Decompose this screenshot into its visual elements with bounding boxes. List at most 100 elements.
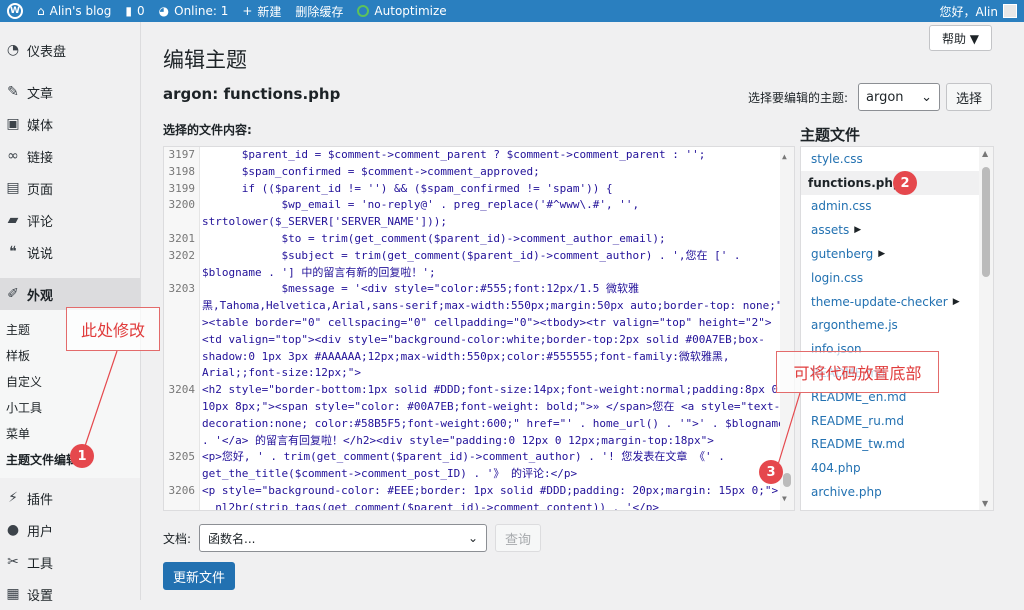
theme-file-list: style.css functions.php admin.css assets ▶ gu…	[800, 146, 994, 511]
scrollbar-thumb[interactable]	[783, 473, 791, 487]
wordpress-logo-icon: W	[7, 3, 23, 19]
line-number	[164, 500, 200, 510]
dashboard-icon: ◔	[6, 42, 20, 58]
code-line: Arial;;font-size:12px;">	[164, 365, 785, 382]
user-icon: ●	[6, 522, 20, 538]
sidebar-item-label: 页面	[27, 182, 54, 198]
new-content-menu[interactable]: + 新建	[235, 0, 288, 22]
chevron-down-icon: ⌄	[921, 89, 932, 105]
update-file-button[interactable]: 更新文件	[163, 562, 236, 590]
avatar	[1003, 4, 1017, 18]
code-text: <p style="background-color: #EEE;border:…	[202, 483, 785, 497]
file-tree-item[interactable]: README_ru.md	[801, 409, 993, 433]
code-line: strtolower($_SERVER['SERVER_NAME']));	[164, 214, 785, 231]
caret-right-icon[interactable]: ▶	[854, 225, 861, 235]
autoptimize-menu[interactable]: Autoptimize	[350, 0, 453, 22]
theme-select[interactable]: argon ⌄	[857, 83, 940, 111]
sidebar-item-talk[interactable]: ❝ 说说	[0, 236, 140, 268]
theme-files-heading: 主题文件	[800, 126, 861, 144]
caret-right-icon[interactable]: ▶	[953, 297, 960, 307]
sidebar-item-dashboard[interactable]: ◔ 仪表盘	[0, 34, 140, 66]
account-menu[interactable]: 您好，Alin	[933, 0, 1024, 22]
sidebar-item-users[interactable]: ● 用户	[0, 514, 140, 546]
scroll-up-icon[interactable]: ▲	[982, 149, 988, 158]
line-number: 3202	[168, 248, 196, 262]
scrollbar-thumb[interactable]	[982, 167, 990, 277]
sidebar-item-plugins[interactable]: ⚡ 插件	[0, 482, 140, 514]
code-editor[interactable]: 3197 $parent_id = $comment->comment_pare…	[163, 146, 795, 511]
editor-scrollbar[interactable]: ▲ ▼	[780, 147, 794, 510]
wp-logo-menu[interactable]: W	[0, 0, 30, 22]
file-tree-folder[interactable]: assets ▶	[801, 218, 993, 242]
code-line: ><table border="0" cellspacing="0" cellp…	[164, 315, 785, 332]
scroll-up-icon[interactable]: ▲	[782, 149, 787, 166]
sidebar-item-settings[interactable]: ▦ 设置	[0, 578, 140, 610]
code-line: 3204 <h2 style="border-bottom:1px solid #…	[164, 382, 785, 399]
file-tree-item[interactable]: README_tw.md	[801, 433, 993, 457]
line-number: 3197	[168, 148, 196, 161]
sidebar-item-label: 设置	[27, 588, 54, 604]
line-number	[164, 416, 200, 433]
sidebar-item-tools[interactable]: ✂ 工具	[0, 546, 140, 578]
greeting: 您好，Alin	[939, 4, 998, 19]
sidebar-item-label: 链接	[27, 150, 54, 166]
file-tree-item[interactable]: archive.php	[801, 480, 993, 504]
code-line: . '</a> 的留言有回复啦！</h2><div style="padding…	[164, 433, 785, 450]
sidebar-item-posts[interactable]: ✎ 文章	[0, 76, 140, 108]
submenu-item-menus[interactable]: 菜单	[0, 420, 140, 446]
file-tree-folder[interactable]: gutenberg ▶	[801, 242, 993, 266]
admin-bar: W ⌂ Alin's blog ▮ 0 ◕ Online: 1 + 新建 删除缓存 Au…	[0, 0, 1024, 22]
file-tree-item[interactable]: 404.php	[801, 456, 993, 480]
comments-menu[interactable]: ▮ 0	[118, 0, 151, 22]
file-name: argontheme.js	[811, 318, 898, 333]
file-tree-item[interactable]: style.css	[801, 147, 993, 171]
code-text: if (($parent_id != '') && ($spam_confirm…	[202, 181, 613, 195]
file-name: assets	[811, 223, 850, 238]
caret-right-icon[interactable]: ▶	[878, 249, 885, 259]
line-number	[164, 332, 200, 349]
code-text: decoration:none; color:#58B5F5;font-weig…	[202, 416, 785, 430]
sidebar-item-label: 说说	[27, 246, 54, 262]
file-name: login.css	[811, 270, 864, 285]
online-menu[interactable]: ◕ Online: 1	[152, 0, 236, 22]
sidebar-item-media[interactable]: ▣ 媒体	[0, 108, 140, 140]
sidebar-item-appearance[interactable]: ✐ 外观	[0, 278, 140, 310]
link-icon: ∞	[7, 148, 19, 164]
file-name: gutenberg	[811, 247, 874, 262]
online-count: Online: 1	[174, 4, 229, 18]
site-name-menu[interactable]: ⌂ Alin's blog	[30, 0, 118, 22]
documentation-row: 文档: 函数名... ⌄ 查询	[163, 524, 542, 552]
sidebar-item-comments[interactable]: ▰ 评论	[0, 204, 140, 236]
file-list-scrollbar[interactable]: ▲ ▼	[979, 147, 993, 510]
sidebar-item-pages[interactable]: ▤ 页面	[0, 172, 140, 204]
sidebar-item-links[interactable]: ∞ 链接	[0, 140, 140, 172]
autoptimize-status-icon	[357, 5, 370, 17]
submenu-item-customize[interactable]: 自定义	[0, 368, 140, 394]
lookup-button[interactable]: 查询	[495, 524, 542, 552]
comment-bubble-icon: ▮	[125, 4, 132, 18]
scroll-down-icon[interactable]: ▼	[782, 491, 787, 508]
sidebar-item-label: 用户	[27, 524, 54, 540]
file-tree-item[interactable]: argontheme.js	[801, 314, 993, 338]
file-name: style.css	[811, 151, 863, 166]
file-tree-item[interactable]: admin.css	[801, 195, 993, 219]
code-text: $blogname . '] 中的留言有新的回复啦！';	[202, 265, 436, 279]
file-tree-folder[interactable]: theme-update-checker ▶	[801, 290, 993, 314]
help-button[interactable]: 帮助 ▼	[928, 25, 992, 51]
code-line: 3206 <p style="background-color: #EEE;bor…	[164, 483, 785, 500]
code-text: $wp_email = 'no-reply@' . preg_replace('…	[202, 198, 640, 212]
code-line: 3201 $to = trim(get_comment($parent_id)-…	[164, 231, 785, 248]
clear-cache-menu[interactable]: 删除缓存	[288, 0, 350, 22]
line-number	[164, 466, 200, 483]
line-number: 3200	[168, 198, 196, 212]
scroll-down-icon[interactable]: ▼	[982, 499, 988, 508]
file-tree-item[interactable]: login.css	[801, 266, 993, 290]
theme-selector: 选择要编辑的主题: argon ⌄ 选择	[748, 83, 992, 111]
code-line: 3205 <p>您好, ' . trim(get_comment($parent_…	[164, 449, 785, 466]
annotation-badge-2: 2	[893, 171, 917, 195]
content-label: 选择的文件内容:	[163, 123, 252, 137]
submenu-item-widgets[interactable]: 小工具	[0, 394, 140, 420]
select-button[interactable]: 选择	[945, 83, 992, 111]
function-select[interactable]: 函数名... ⌄	[199, 524, 488, 552]
code-line: 3200 $wp_email = 'no-reply@' . preg_repl…	[164, 197, 785, 214]
